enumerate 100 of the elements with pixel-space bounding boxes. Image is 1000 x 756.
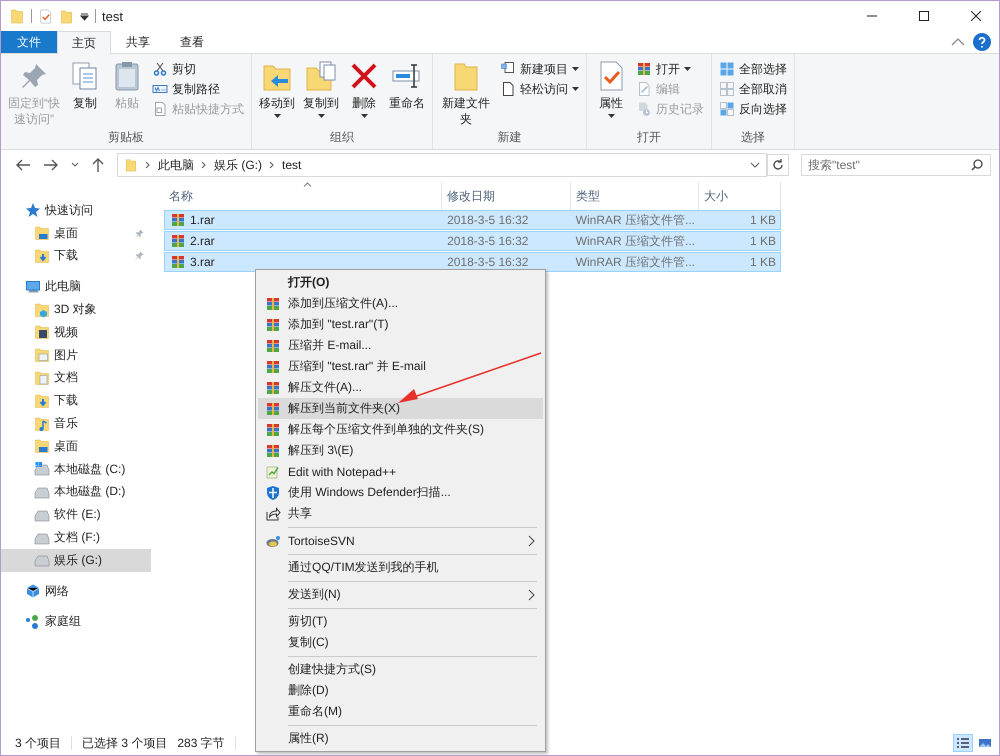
pencil-document-icon	[636, 81, 652, 97]
ribbon-button[interactable]: 属性	[591, 56, 631, 118]
folder-icon	[59, 8, 74, 24]
sidebar-item[interactable]: 桌面	[1, 222, 151, 245]
window-title: test	[102, 8, 123, 24]
ribbon-button[interactable]: 新建项目	[497, 59, 582, 79]
menu-item[interactable]: 创建快捷方式(S)	[258, 659, 543, 680]
sidebar-item[interactable]: 下载	[1, 244, 151, 268]
caret-icon	[684, 67, 691, 71]
menu-item[interactable]: 复制(C)	[258, 632, 543, 653]
selection-count: 已选择 3 个项目	[82, 734, 168, 752]
ribbon-button[interactable]: 打开	[633, 59, 707, 79]
menu-item[interactable]: 通过QQ/TIM发送到我的手机	[258, 557, 543, 578]
menu-item[interactable]: 共享	[258, 503, 543, 524]
sidebar-item[interactable]: 快速访问	[1, 199, 151, 222]
menu-item[interactable]: Edit with Notepad++	[258, 461, 543, 482]
sidebar-item[interactable]: 音乐	[1, 412, 151, 435]
sidebar-item[interactable]: 本地磁盘 (D:)	[1, 480, 151, 504]
menu-item[interactable]: 解压文件(A)...	[258, 377, 543, 398]
menu-item[interactable]: TortoiseSVN	[258, 530, 543, 551]
sidebar-item[interactable]: 软件 (E:)	[1, 503, 151, 526]
close-icon	[971, 11, 981, 21]
notepad-icon	[265, 464, 281, 480]
sidebar-item[interactable]: 3D 对象	[1, 298, 151, 321]
file-tab[interactable]: 文件	[1, 31, 57, 53]
sidebar-item[interactable]: 娱乐 (G:)	[1, 548, 151, 572]
refresh-button[interactable]	[767, 154, 789, 176]
sidebar-item[interactable]: 视频	[1, 320, 151, 344]
menu-item[interactable]: 压缩到 "test.rar" 并 E-mail	[258, 356, 543, 377]
ribbon-button[interactable]: 新建文件夹	[437, 56, 495, 127]
ribbon-button[interactable]: 重命名	[386, 56, 428, 111]
chevron-icon	[201, 161, 207, 169]
checkmark-document-icon	[38, 8, 53, 24]
menu-item[interactable]: 删除(D)	[258, 680, 543, 701]
menu-item[interactable]: 解压到 3\(E)	[258, 440, 543, 461]
breadcrumb[interactable]: test	[282, 158, 302, 172]
menu-item[interactable]: 打开(O)	[258, 272, 543, 293]
file-row[interactable]: 2.rar 2018-3-5 16:32 WinRAR 压缩文件管... 1 KB	[164, 231, 781, 251]
dropdown-icon[interactable]	[750, 162, 760, 168]
breadcrumb[interactable]: 此电脑	[158, 156, 194, 174]
ribbon-button[interactable]: 全部取消	[716, 79, 790, 99]
breadcrumb[interactable]: 娱乐 (G:)	[214, 156, 262, 174]
collapse-icon[interactable]	[951, 37, 965, 47]
address-bar[interactable]: 此电脑 娱乐 (G:) test	[117, 153, 767, 177]
network-icon	[25, 583, 41, 600]
menu-item[interactable]: 使用 Windows Defender扫描...	[258, 482, 543, 503]
menu-item[interactable]: 属性(R)	[258, 728, 543, 749]
menu-item[interactable]: 压缩并 E-mail...	[258, 335, 543, 356]
menu-item[interactable]: 重命名(M)	[258, 701, 543, 722]
ribbon-button[interactable]: 复制	[65, 56, 105, 111]
up-icon[interactable]	[91, 157, 105, 173]
recent-dropdown-icon[interactable]	[71, 162, 79, 168]
back-icon[interactable]	[15, 158, 31, 172]
sidebar-item[interactable]: 下载	[1, 389, 151, 412]
books-icon	[265, 338, 281, 354]
books-icon	[265, 442, 281, 458]
menu-item[interactable]: 解压到当前文件夹(X)	[258, 398, 543, 419]
menu-item[interactable]: 添加到 "test.rar"(T)	[258, 314, 543, 335]
books-icon	[265, 316, 281, 332]
ribbon-button[interactable]: 复制路径	[149, 79, 247, 99]
ribbon-button[interactable]: 反向选择	[716, 99, 790, 119]
ribbon-button[interactable]: 移动到	[256, 56, 298, 118]
sidebar-item[interactable]: 此电脑	[1, 275, 151, 298]
sidebar-item[interactable]: 桌面	[1, 434, 151, 458]
menu-item[interactable]: 剪切(T)	[258, 611, 543, 632]
folder-small-icon	[34, 438, 50, 454]
sidebar-item[interactable]: 本地磁盘 (C:)	[1, 458, 151, 481]
group-label: 选择	[741, 129, 765, 146]
ribbon-tab[interactable]: 查看	[165, 31, 219, 53]
sidebar-item[interactable]: 家庭组	[1, 610, 151, 634]
search-field[interactable]: 搜索"test"	[801, 154, 991, 176]
menu-item[interactable]: 发送到(N)	[258, 584, 543, 605]
ribbon-button[interactable]: 剪切	[149, 59, 247, 79]
menu-item[interactable]: 添加到压缩文件(A)...	[258, 293, 543, 314]
ribbon-tab[interactable]: 主页	[57, 31, 111, 54]
file-name: 1.rar	[190, 213, 215, 227]
sidebar-item[interactable]: 文档	[1, 366, 151, 390]
file-row[interactable]: 1.rar 2018-3-5 16:32 WinRAR 压缩文件管... 1 KB	[164, 210, 781, 230]
ribbon-button[interactable]: 轻松访问	[497, 79, 582, 99]
sidebar-item[interactable]: 图片	[1, 344, 151, 367]
details-view-button[interactable]	[953, 734, 973, 752]
ribbon-button[interactable]: 全部选择	[716, 59, 790, 79]
books-icon	[170, 254, 186, 270]
file-name: 3.rar	[190, 255, 215, 269]
menu-item[interactable]: 解压每个压缩文件到单独的文件夹(S)	[258, 419, 543, 440]
date-cell-text: 2018-3-5 16:32	[446, 234, 530, 248]
sidebar-item[interactable]: 文档 (F:)	[1, 526, 151, 549]
share-icon	[265, 506, 281, 522]
details-icon	[956, 737, 970, 749]
sidebar-item[interactable]: 网络	[1, 580, 151, 603]
ribbon-tab[interactable]: 共享	[111, 31, 165, 53]
forward-icon[interactable]	[43, 158, 59, 172]
caret-icon	[572, 87, 579, 91]
dropdown-icon[interactable]	[80, 12, 89, 20]
file-row[interactable]: 3.rar 2018-3-5 16:32 WinRAR 压缩文件管... 1 KB	[164, 252, 781, 272]
ribbon-button[interactable]: 复制到	[300, 56, 342, 118]
group-label: 新建	[498, 129, 522, 146]
help-icon[interactable]	[973, 33, 991, 51]
ribbon-button[interactable]: 删除	[344, 56, 384, 118]
folder-small-icon	[34, 225, 50, 242]
